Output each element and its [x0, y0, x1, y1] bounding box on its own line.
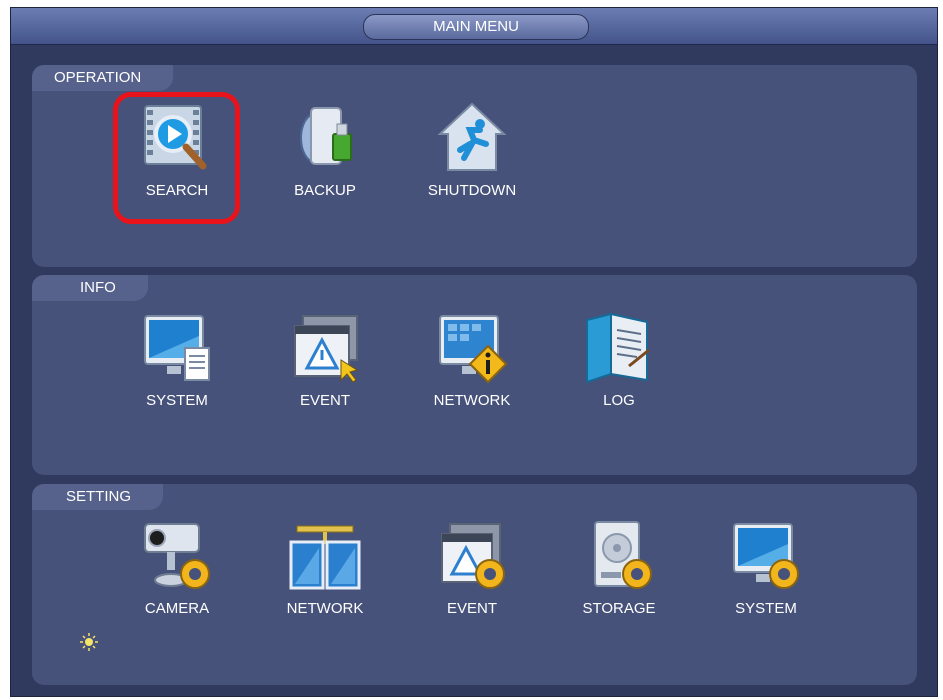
menu-item-label: EVENT	[446, 600, 497, 617]
menu-item-setting-system[interactable]: SYSTEM	[711, 518, 821, 617]
menu-item-label: SHUTDOWN	[427, 182, 517, 199]
search-video-icon	[144, 105, 207, 170]
event-warning-icon	[294, 315, 359, 383]
light-indicator-icon	[80, 633, 98, 651]
storage-settings-icon	[594, 521, 652, 589]
section-label-setting: SETTING	[32, 484, 164, 510]
network-settings-icon	[289, 525, 361, 590]
menu-item-info-system[interactable]: SYSTEM	[122, 310, 232, 409]
shutdown-house-icon	[437, 102, 507, 171]
menu-item-label: SYSTEM	[146, 392, 208, 409]
log-book-icon	[586, 312, 650, 384]
menu-item-label: CAMERA	[144, 600, 210, 617]
menu-item-label: NETWORK	[433, 392, 511, 409]
menu-item-setting-network[interactable]: NETWORK	[270, 518, 380, 617]
menu-item-info-network[interactable]: NETWORK	[417, 310, 527, 409]
system-settings-icon	[733, 523, 799, 589]
menu-item-shutdown[interactable]: SHUTDOWN	[417, 100, 527, 199]
menu-item-label: NETWORK	[286, 600, 364, 617]
window-title: MAIN MENU	[363, 14, 589, 40]
backup-usb-icon	[300, 107, 352, 165]
menu-item-setting-event[interactable]: EVENT	[417, 518, 527, 617]
menu-item-info-event[interactable]: EVENT	[270, 310, 380, 409]
menu-item-label: SEARCH	[145, 182, 209, 199]
title-bar: MAIN MENU	[11, 8, 937, 45]
menu-item-backup[interactable]: BACKUP	[270, 100, 380, 199]
menu-item-label: LOG	[603, 392, 635, 409]
section-label-info: INFO	[32, 275, 148, 301]
menu-item-label: SYSTEM	[735, 600, 797, 617]
camera-settings-icon	[144, 523, 210, 589]
menu-item-label: BACKUP	[294, 182, 356, 199]
event-settings-icon	[441, 523, 505, 589]
menu-item-info-log[interactable]: LOG	[564, 310, 674, 409]
system-info-monitor-icon	[144, 315, 210, 381]
section-label-operation: OPERATION	[32, 65, 174, 91]
menu-item-label: STORAGE	[582, 600, 656, 617]
menu-item-setting-storage[interactable]: STORAGE	[564, 518, 674, 617]
menu-item-label: EVENT	[299, 392, 350, 409]
menu-item-setting-camera[interactable]: CAMERA	[122, 518, 232, 617]
menu-item-search[interactable]: SEARCH	[122, 100, 232, 199]
network-info-icon	[439, 315, 508, 384]
